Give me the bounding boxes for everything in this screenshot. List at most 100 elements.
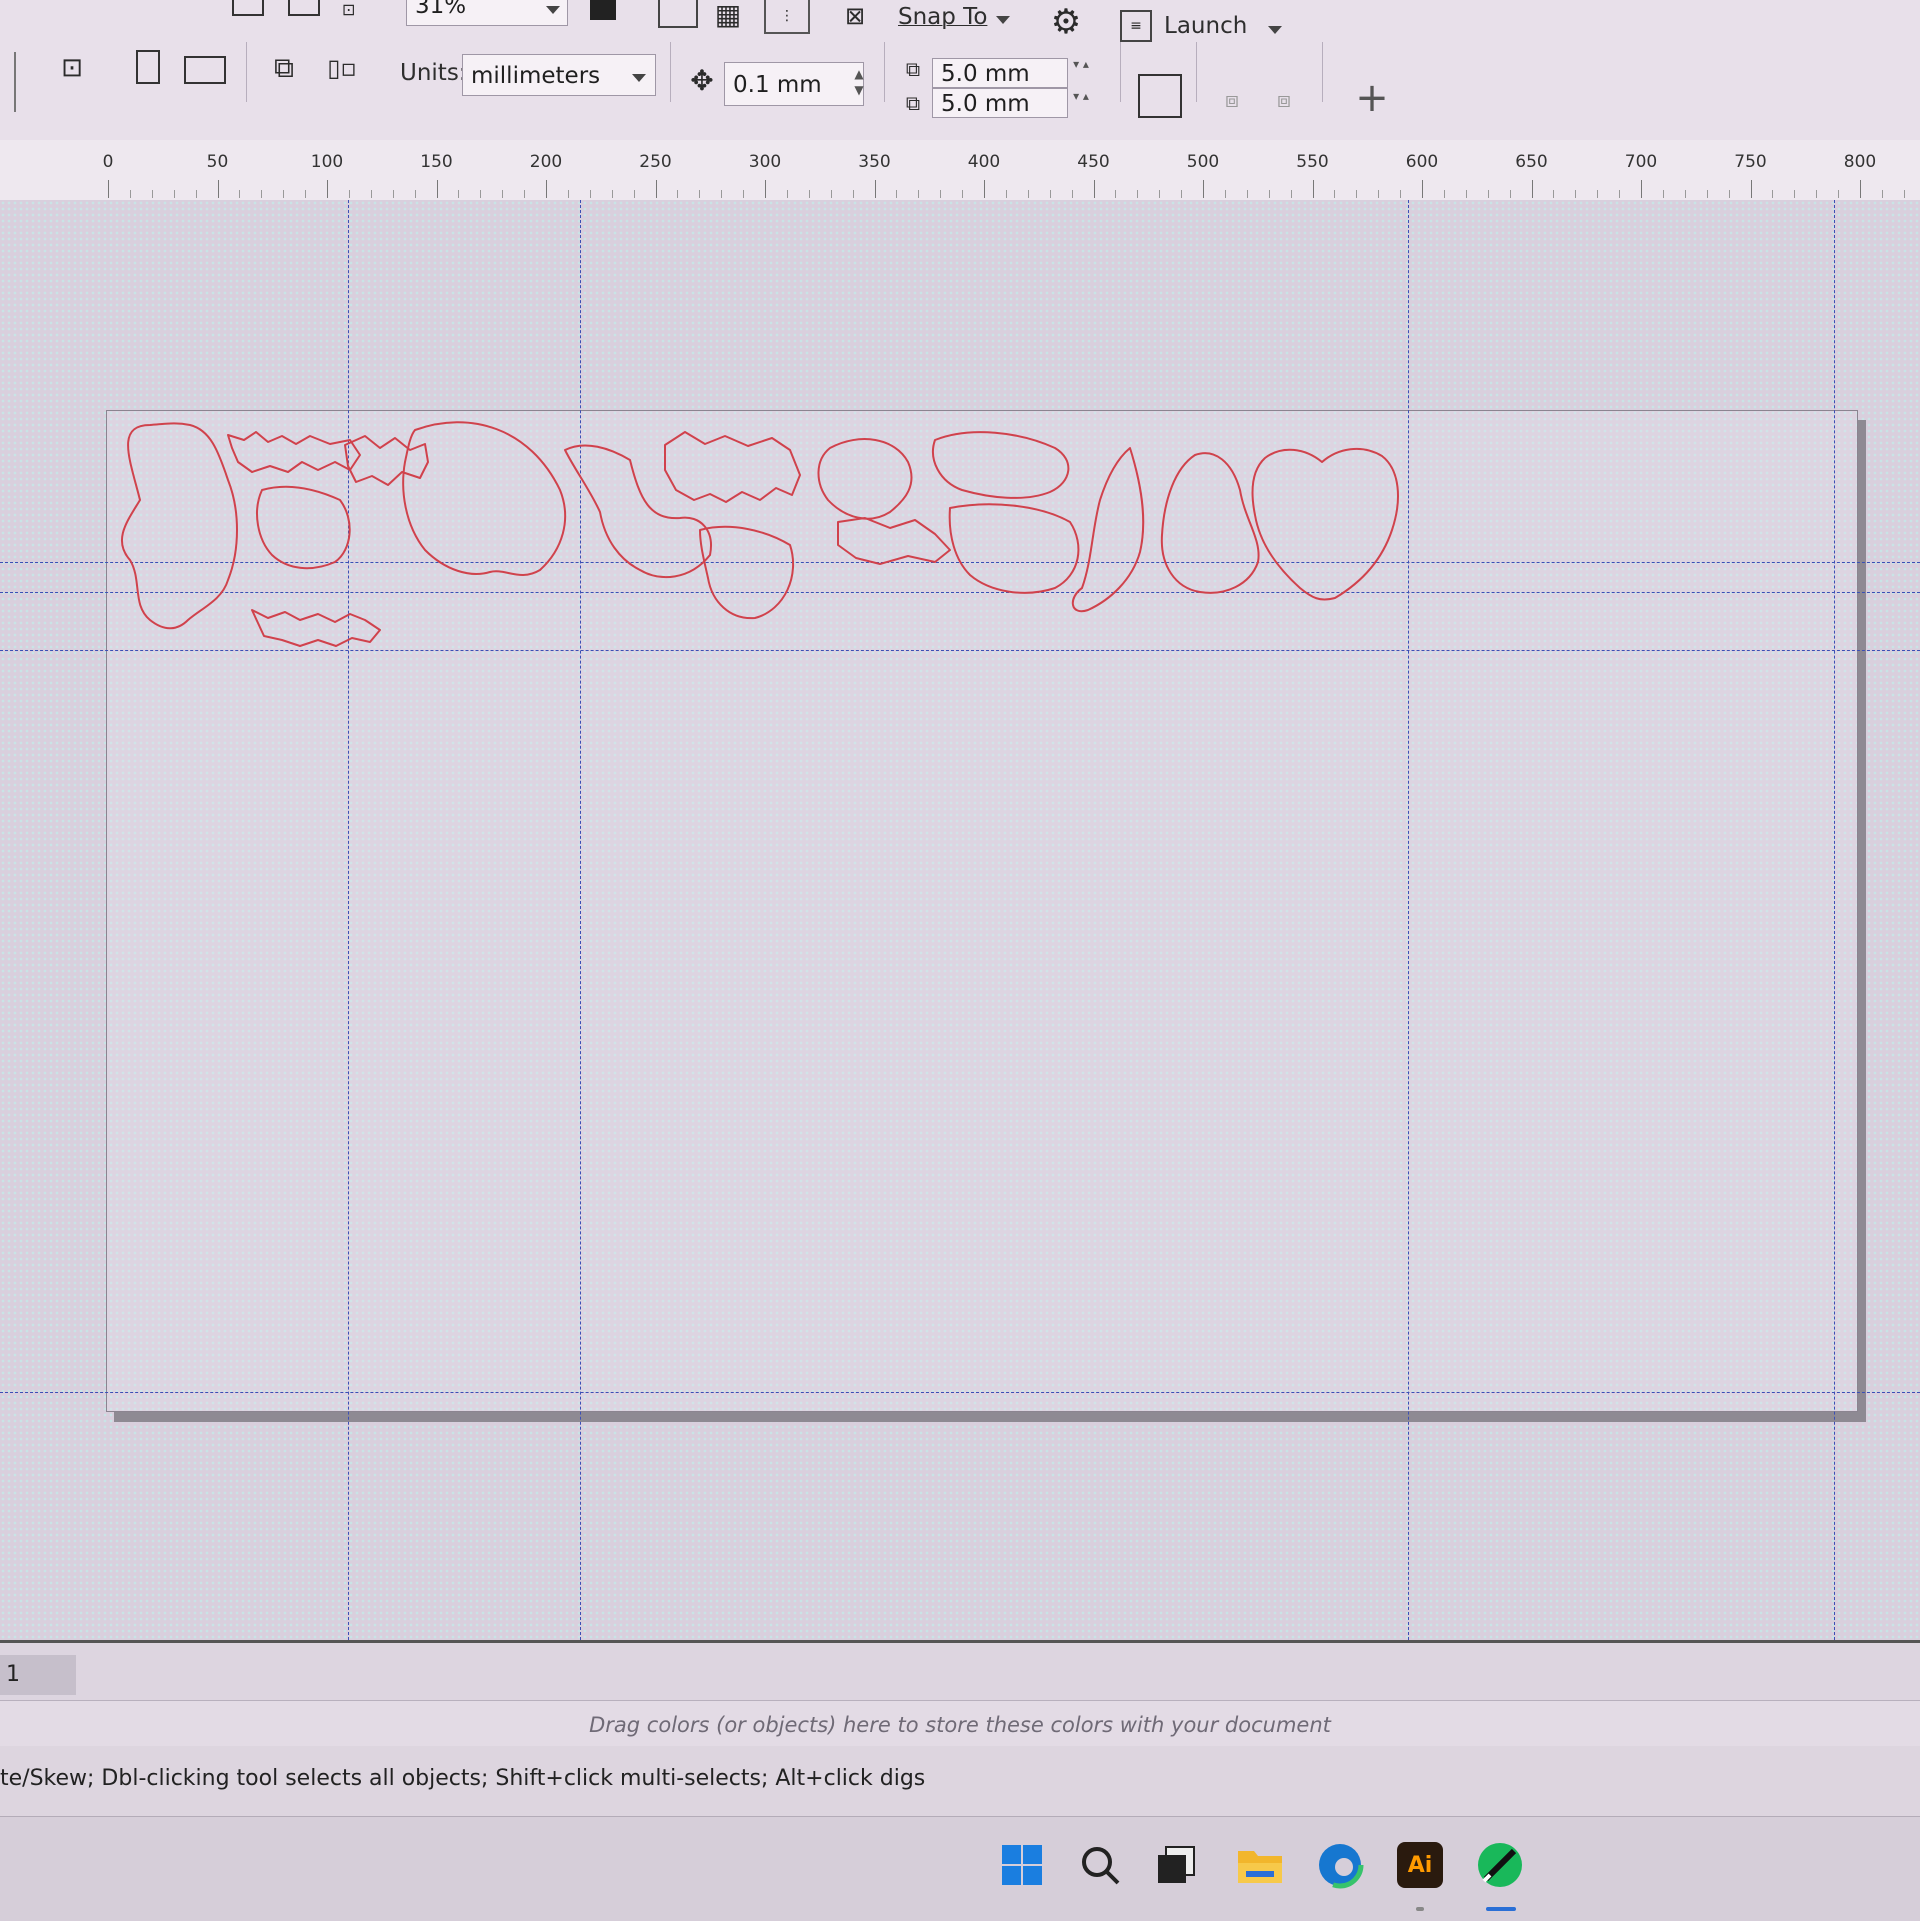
ruler-major-tick bbox=[1203, 180, 1204, 198]
all-pages-icon[interactable]: ⧉ bbox=[264, 48, 304, 88]
ruler-minor-tick bbox=[1597, 190, 1599, 198]
ruler-tick-label: 0 bbox=[102, 152, 114, 172]
ruler-minor-tick bbox=[1159, 190, 1161, 198]
ruler-major-tick bbox=[1641, 180, 1642, 198]
duplicate-x-value: 5.0 mm bbox=[941, 61, 1030, 87]
grid-icon[interactable]: ▦ bbox=[712, 0, 744, 31]
toolbar-grip[interactable] bbox=[0, 52, 16, 112]
page-setup-icon[interactable] bbox=[658, 0, 698, 28]
current-page-icon[interactable]: ▯▫ bbox=[322, 48, 362, 88]
page-tab[interactable]: 1 bbox=[0, 1655, 76, 1695]
ruler-minor-tick bbox=[830, 190, 832, 198]
horizontal-ruler[interactable]: 0 50 100 150 200 250 300 350 400 450 500 550 600 650 7… bbox=[0, 140, 1920, 201]
duplicate-y-input[interactable]: 5.0 mm bbox=[932, 88, 1068, 118]
ruler-major-tick bbox=[546, 180, 547, 198]
zoom-dropdown-icon[interactable] bbox=[546, 6, 560, 14]
ruler-minor-tick bbox=[940, 190, 942, 198]
palette-hint: Drag colors (or objects) here to store t… bbox=[589, 1713, 1331, 1737]
outline-shape[interactable] bbox=[120, 422, 238, 630]
cut-shapes-layer bbox=[120, 421, 1399, 647]
landscape-icon[interactable] bbox=[184, 56, 226, 84]
zoom-combobox[interactable]: 31% bbox=[406, 0, 568, 26]
units-select[interactable]: millimeters bbox=[462, 54, 656, 96]
ruler-minor-tick bbox=[1706, 190, 1708, 198]
transform-object-icon[interactable]: ⊡ bbox=[54, 50, 90, 86]
page-width-icon[interactable] bbox=[288, 0, 320, 16]
ruler-minor-tick bbox=[962, 190, 964, 198]
ruler-minor-tick bbox=[1071, 190, 1073, 198]
duplicate-x-input[interactable]: 5.0 mm bbox=[932, 58, 1068, 88]
coreldraw-app-icon[interactable] bbox=[1474, 1839, 1526, 1891]
launch-icon[interactable]: ≡ bbox=[1120, 10, 1152, 42]
outline-shape[interactable] bbox=[817, 438, 913, 520]
ruler-minor-tick bbox=[1290, 190, 1292, 198]
duplicate-y-spinner[interactable]: ▾ ▴ bbox=[1070, 88, 1092, 104]
outline-shape[interactable] bbox=[1072, 447, 1145, 613]
ruler-minor-tick bbox=[1115, 190, 1117, 198]
treat-as-filled-icon[interactable] bbox=[1138, 74, 1182, 118]
task-view-icon[interactable] bbox=[1150, 1839, 1202, 1891]
outline-shape[interactable] bbox=[699, 525, 795, 620]
ruler-minor-tick bbox=[1465, 190, 1467, 198]
page-icon[interactable] bbox=[232, 0, 264, 16]
edit-page-icon[interactable]: ⧈ bbox=[1214, 82, 1250, 118]
outline-shape[interactable] bbox=[402, 421, 567, 576]
snap-off-icon[interactable]: ⊠ bbox=[838, 0, 872, 32]
zoom-page-icon[interactable]: ⊡ bbox=[342, 0, 355, 19]
gear-icon[interactable]: ⚙ bbox=[1046, 2, 1086, 42]
duplicate-x-spinner[interactable]: ▾ ▴ bbox=[1070, 56, 1092, 72]
ruler-minor-tick bbox=[1838, 190, 1840, 198]
illustrator-label: Ai bbox=[1397, 1842, 1443, 1888]
ruler-minor-tick bbox=[1881, 190, 1883, 198]
ruler-major-tick bbox=[217, 180, 219, 198]
zoom-value: 31% bbox=[415, 0, 467, 19]
full-screen-icon[interactable] bbox=[590, 0, 616, 20]
snap-dropdown-icon[interactable] bbox=[996, 16, 1010, 24]
outline-shape[interactable] bbox=[1251, 447, 1399, 601]
edge-browser-icon[interactable] bbox=[1314, 1839, 1366, 1891]
outline-shape[interactable] bbox=[948, 503, 1080, 594]
portrait-icon[interactable] bbox=[136, 50, 160, 84]
ruler-major-tick bbox=[327, 180, 328, 198]
drawing-canvas[interactable] bbox=[0, 200, 1920, 1640]
ruler-tick-label: 400 bbox=[967, 152, 1001, 172]
nudge-input[interactable]: 0.1 mm bbox=[724, 62, 864, 106]
ruler-minor-tick bbox=[808, 190, 810, 198]
ruler-minor-tick bbox=[699, 190, 701, 198]
snap-to-button[interactable]: Snap To bbox=[898, 4, 987, 30]
outline-shape[interactable] bbox=[1160, 452, 1260, 594]
outline-shape[interactable] bbox=[664, 431, 801, 503]
ruler-minor-tick bbox=[1509, 190, 1511, 198]
outline-shape[interactable] bbox=[837, 517, 951, 565]
ruler-minor-tick bbox=[524, 190, 526, 198]
windows-start-icon[interactable] bbox=[996, 1839, 1048, 1891]
add-icon[interactable]: + bbox=[1352, 75, 1392, 121]
edit-layer-icon[interactable]: ⧈ bbox=[1266, 82, 1302, 118]
launch-dropdown-icon[interactable] bbox=[1268, 26, 1282, 34]
document-palette[interactable]: Drag colors (or objects) here to store t… bbox=[0, 1700, 1920, 1748]
units-dropdown-icon[interactable] bbox=[632, 74, 646, 82]
status-text: te/Skew; Dbl-clicking tool selects all o… bbox=[0, 1766, 926, 1791]
illustrator-app-icon[interactable]: Ai bbox=[1394, 1839, 1446, 1891]
search-icon[interactable] bbox=[1074, 1839, 1126, 1891]
ruler-major-tick bbox=[1422, 180, 1423, 198]
outline-shape[interactable] bbox=[932, 431, 1070, 499]
ruler-tick-label: 250 bbox=[639, 152, 672, 172]
file-explorer-icon[interactable] bbox=[1234, 1839, 1286, 1891]
guidelines-icon[interactable]: ⋮ bbox=[764, 0, 810, 34]
ruler-minor-tick bbox=[1027, 190, 1029, 198]
nudge-spinner[interactable]: ▲ ▼ bbox=[848, 66, 870, 98]
ruler-tick-label: 500 bbox=[1186, 152, 1220, 172]
ruler-minor-tick bbox=[1662, 190, 1664, 198]
ruler-major-tick bbox=[108, 180, 109, 198]
outline-shape[interactable] bbox=[227, 431, 361, 473]
outline-shape[interactable] bbox=[251, 609, 381, 647]
ruler-minor-tick bbox=[414, 190, 416, 198]
ruler-minor-tick bbox=[1443, 190, 1445, 198]
outline-shape[interactable] bbox=[564, 444, 712, 579]
outline-shape[interactable] bbox=[256, 485, 351, 570]
ruler-minor-tick bbox=[1728, 190, 1730, 198]
ruler-tick-label: 650 bbox=[1515, 152, 1548, 172]
ruler-minor-tick bbox=[1268, 190, 1270, 198]
launch-button[interactable]: Launch bbox=[1164, 13, 1247, 39]
